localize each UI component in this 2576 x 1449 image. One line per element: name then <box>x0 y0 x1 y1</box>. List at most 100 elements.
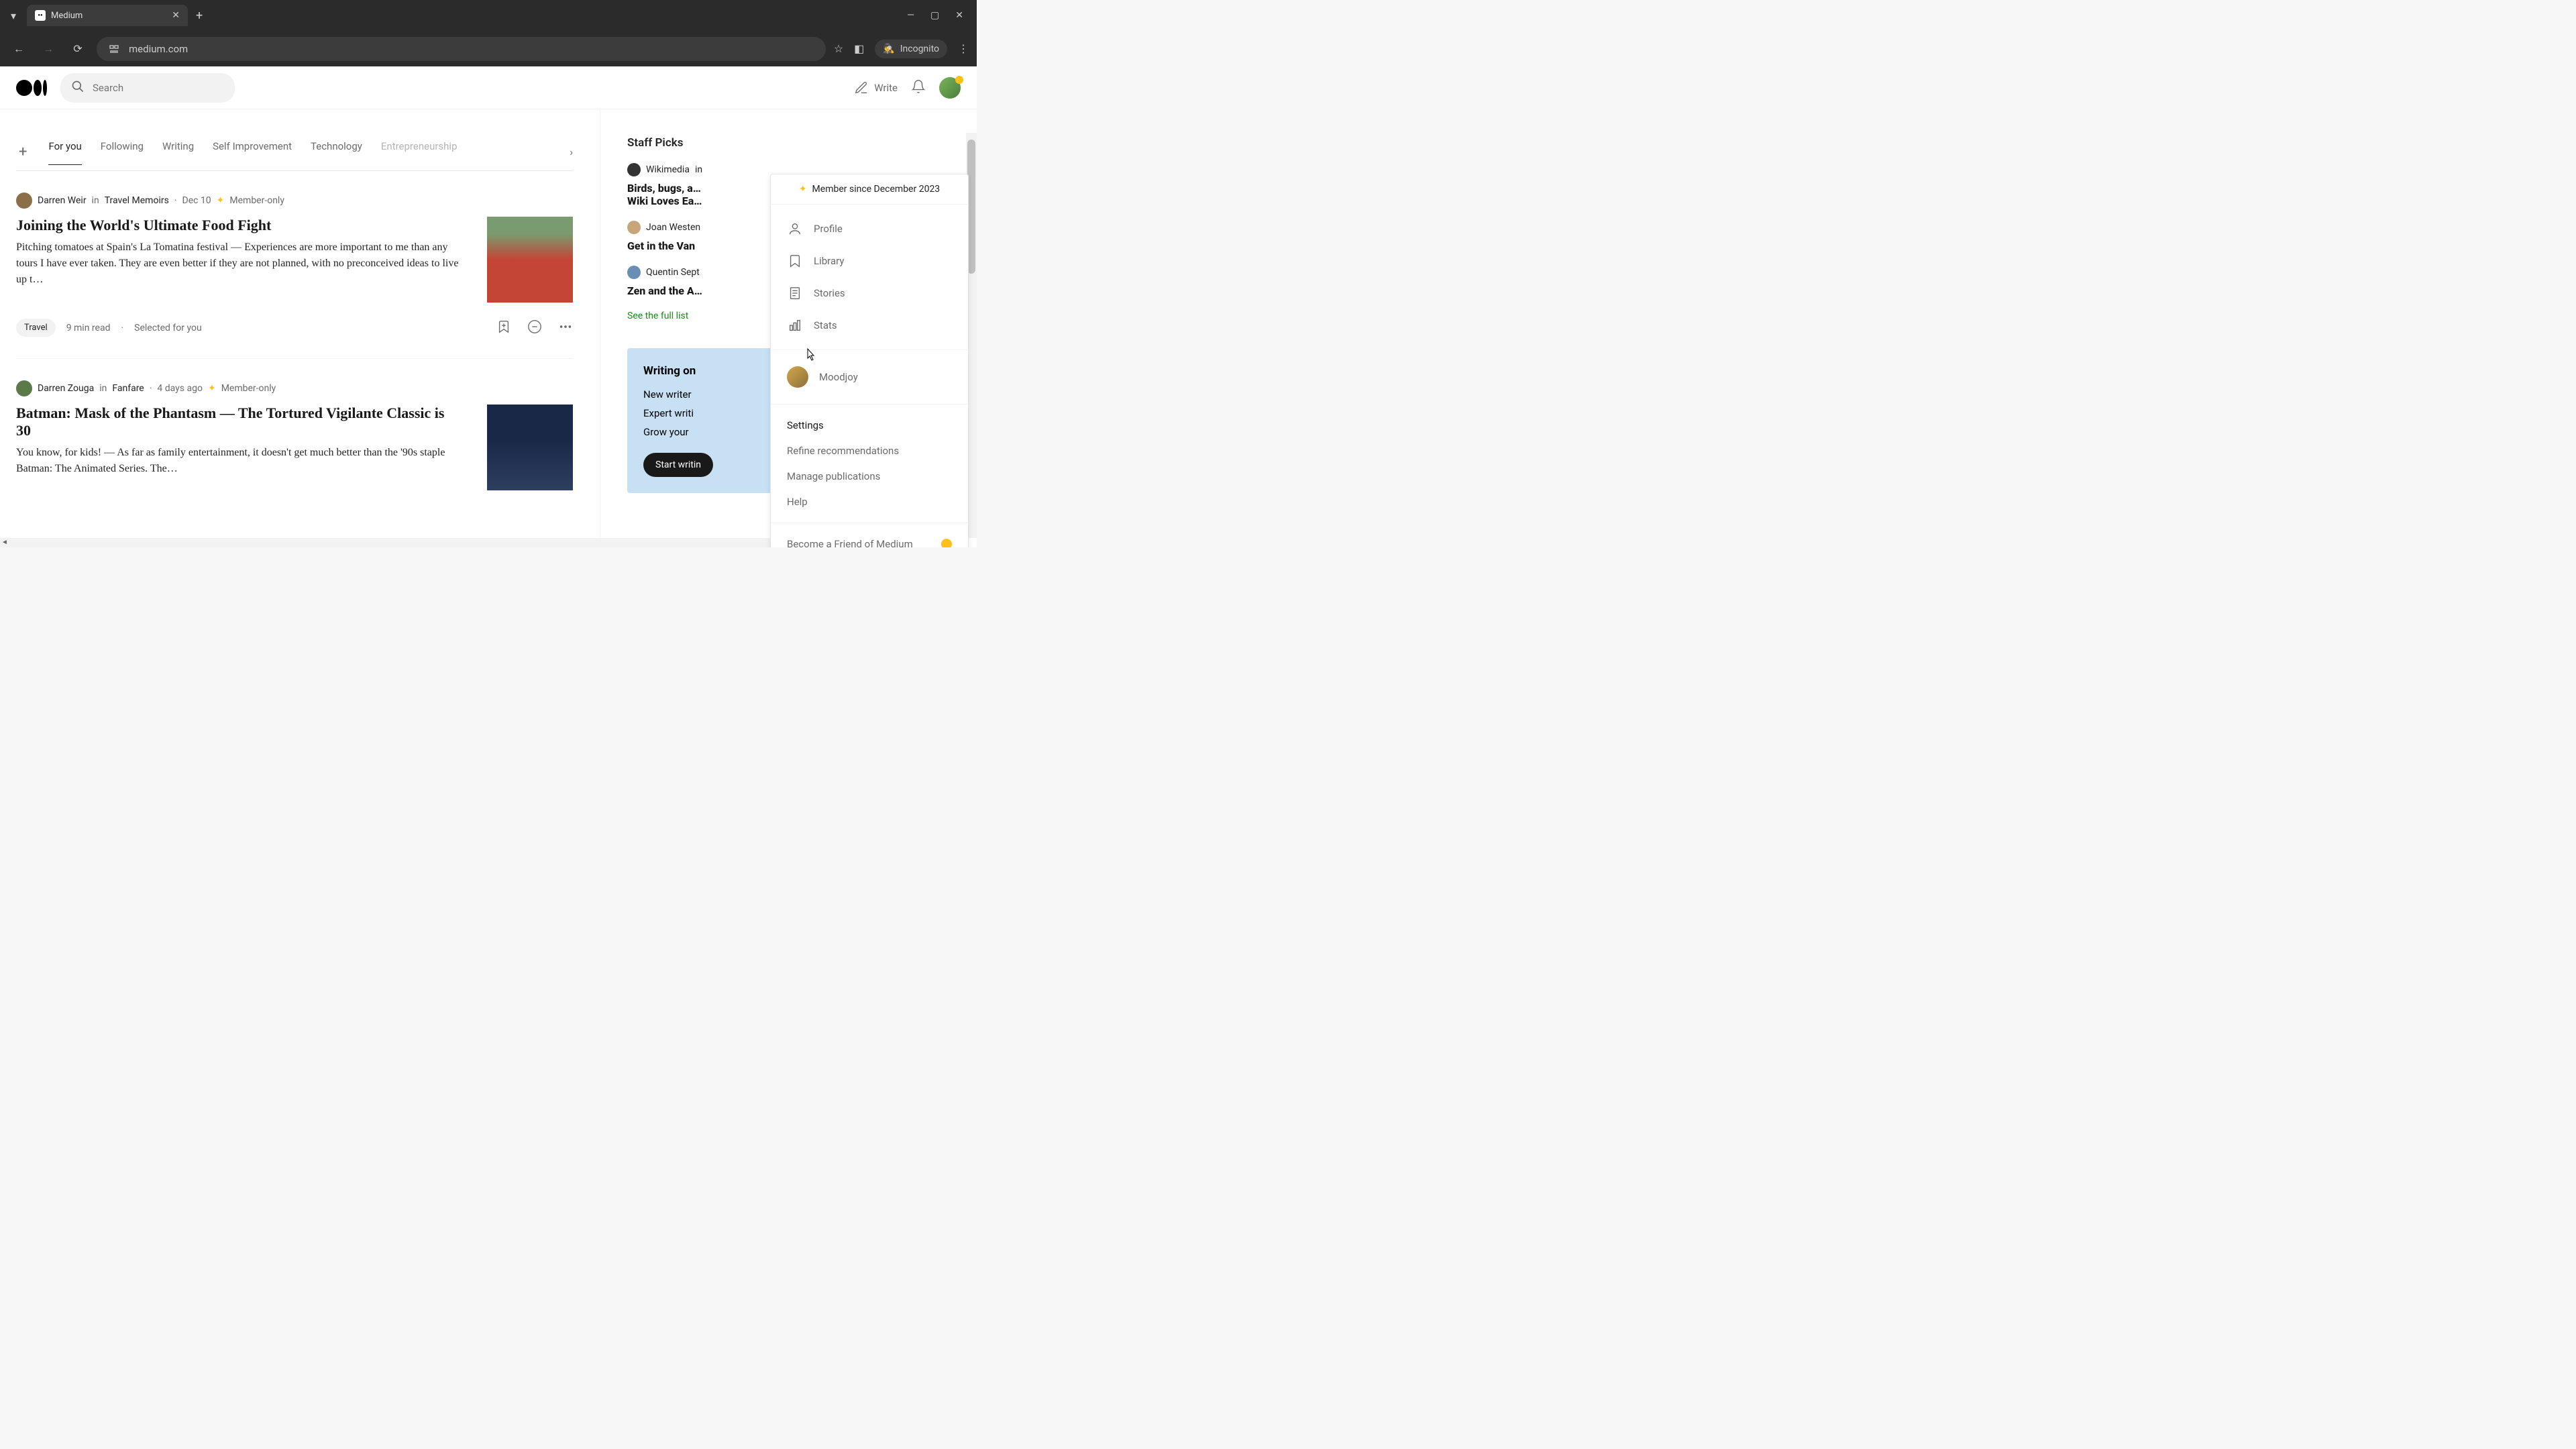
incognito-label: Incognito <box>900 44 939 54</box>
user-avatar-small <box>787 366 808 388</box>
menu-profile[interactable]: Profile <box>771 213 968 245</box>
tab-technology[interactable]: Technology <box>311 140 362 164</box>
new-tab-button[interactable]: + <box>196 9 203 23</box>
maximize-icon[interactable]: ▢ <box>930 10 939 21</box>
pick-avatar <box>627 221 641 234</box>
menu-stats[interactable]: Stats <box>771 309 968 341</box>
site-settings-icon[interactable] <box>107 42 121 56</box>
member-star-icon: ✦ <box>217 195 225 206</box>
menu-label: Stats <box>814 319 837 331</box>
stats-icon <box>787 317 803 333</box>
tab-entrepreneurship[interactable]: Entrepreneurship <box>381 140 458 164</box>
search-box[interactable] <box>60 73 235 103</box>
reload-button[interactable]: ⟳ <box>67 38 89 60</box>
publication-name[interactable]: Travel Memoirs <box>105 195 169 206</box>
article-excerpt: Pitching tomatoes at Spain's La Tomatina… <box>16 239 460 288</box>
pick-avatar <box>627 163 641 176</box>
tab-self-improvement[interactable]: Self Improvement <box>213 140 292 164</box>
back-button[interactable]: ← <box>8 38 30 60</box>
menu-settings[interactable]: Settings <box>771 413 968 438</box>
url-input[interactable]: medium.com <box>97 37 826 61</box>
bookmark-icon <box>787 253 803 269</box>
article-meta: Darren Weir in Travel Memoirs · Dec 10 ✦… <box>16 193 573 209</box>
sidepanel-icon[interactable]: ◧ <box>854 42 864 55</box>
menu-label: Stories <box>814 287 845 299</box>
in-label: in <box>695 164 702 175</box>
address-bar: ← → ⟳ medium.com ☆ ◧ 🕵 Incognito ⋮ <box>0 31 977 66</box>
close-icon[interactable]: ✕ <box>172 10 180 21</box>
member-star-icon: ✦ <box>208 383 216 394</box>
user-avatar[interactable] <box>939 77 961 99</box>
selected-label: Selected for you <box>134 323 202 333</box>
pick-author: Quentin Sept <box>646 267 700 278</box>
minimize-icon[interactable]: — <box>907 10 914 21</box>
article-card[interactable]: Darren Weir in Travel Memoirs · Dec 10 ✦… <box>16 171 573 359</box>
menu-label: Library <box>814 255 844 267</box>
read-time: 9 min read <box>66 323 111 333</box>
menu-label: Profile <box>814 223 843 235</box>
publish-date: 4 days ago <box>157 383 203 394</box>
incognito-badge[interactable]: 🕵 Incognito <box>875 40 947 58</box>
scroll-left-icon[interactable]: ◄ <box>1 539 8 546</box>
chevron-right-icon[interactable]: › <box>570 146 573 158</box>
member-only-label: Member-only <box>221 383 276 394</box>
browser-tab[interactable]: •• Medium ✕ <box>27 5 188 26</box>
menu-label: Become a Friend of Medium <box>787 538 913 547</box>
topic-tag[interactable]: Travel <box>16 319 56 337</box>
tab-writing[interactable]: Writing <box>162 140 194 164</box>
menu-manage-publications[interactable]: Manage publications <box>771 464 968 489</box>
author-name[interactable]: Darren Zouga <box>38 383 94 394</box>
article-card[interactable]: Darren Zouga in Fanfare · 4 days ago ✦ M… <box>16 359 573 512</box>
bookmark-star-icon[interactable]: ☆ <box>834 42 843 55</box>
search-input[interactable] <box>93 82 224 94</box>
save-icon[interactable] <box>496 319 511 337</box>
browser-chrome: ▾ •• Medium ✕ + — ▢ ✕ ← → ⟳ medium.com ☆… <box>0 0 977 66</box>
tabs-dropdown-icon[interactable]: ▾ <box>5 7 21 23</box>
menu-become-friend[interactable]: Become a Friend of Medium <box>771 531 968 547</box>
tab-following[interactable]: Following <box>101 140 144 164</box>
article-thumbnail[interactable] <box>487 405 573 490</box>
user-dropdown: ✦ Member since December 2023 Profile Lib… <box>770 174 969 547</box>
search-icon <box>71 80 85 96</box>
tab-for-you[interactable]: For you <box>48 140 81 165</box>
meta-dot: · <box>150 383 152 394</box>
medium-logo[interactable] <box>16 80 47 96</box>
start-writing-button[interactable]: Start writin <box>643 453 713 477</box>
url-text: medium.com <box>129 43 188 55</box>
article-footer: Travel 9 min read · Selected for you <box>16 319 573 337</box>
forward-button[interactable]: → <box>38 38 59 60</box>
pick-author: Joan Westen <box>646 222 700 233</box>
author-avatar[interactable] <box>16 193 32 209</box>
menu-help[interactable]: Help <box>771 489 968 515</box>
friend-badge-icon <box>941 539 952 547</box>
article-title[interactable]: Joining the World's Ultimate Food Fight <box>16 217 460 234</box>
write-button[interactable]: Write <box>854 80 898 95</box>
menu-library[interactable]: Library <box>771 245 968 277</box>
browser-menu-icon[interactable]: ⋮ <box>958 42 969 55</box>
menu-user-profile[interactable]: Moodjoy <box>771 358 968 396</box>
show-less-icon[interactable] <box>527 319 542 337</box>
notifications-icon[interactable] <box>911 79 926 97</box>
article-meta: Darren Zouga in Fanfare · 4 days ago ✦ M… <box>16 380 573 396</box>
document-icon <box>787 285 803 301</box>
member-since-banner: ✦ Member since December 2023 <box>771 174 968 205</box>
author-avatar[interactable] <box>16 380 32 396</box>
article-title[interactable]: Batman: Mask of the Phantasm — The Tortu… <box>16 405 460 439</box>
author-name[interactable]: Darren Weir <box>38 195 87 206</box>
add-topic-button[interactable]: + <box>16 144 30 160</box>
article-excerpt: You know, for kids! — As far as family e… <box>16 445 460 477</box>
top-nav: Write <box>0 66 977 109</box>
window-controls: — ▢ ✕ <box>907 10 971 21</box>
menu-stories[interactable]: Stories <box>771 277 968 309</box>
publication-name[interactable]: Fanfare <box>112 383 144 394</box>
publish-date: Dec 10 <box>182 195 211 206</box>
pick-author: Wikimedia <box>646 164 690 175</box>
member-since-label: Member since December 2023 <box>812 184 941 195</box>
more-icon[interactable] <box>558 319 573 337</box>
feed-tabs: + For you Following Writing Self Improve… <box>16 133 573 171</box>
article-thumbnail[interactable] <box>487 217 573 303</box>
close-window-icon[interactable]: ✕ <box>955 10 963 21</box>
menu-refine-recommendations[interactable]: Refine recommendations <box>771 438 968 464</box>
meta-dot: · <box>121 323 123 333</box>
in-label: in <box>92 195 99 206</box>
